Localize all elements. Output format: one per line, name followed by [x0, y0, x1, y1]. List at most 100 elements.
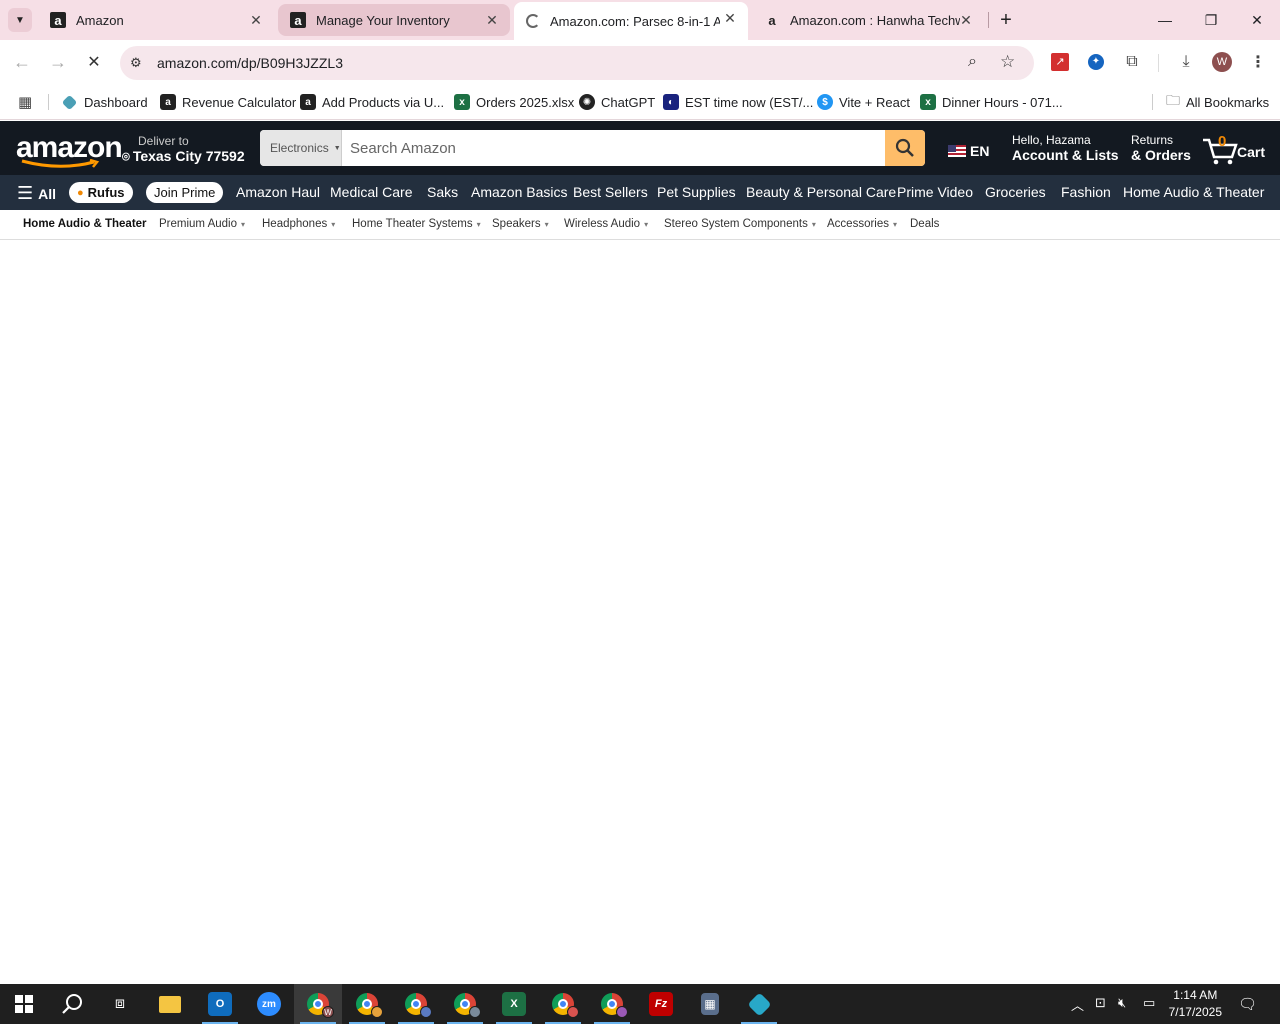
stop-loading-button[interactable]: ✕	[80, 48, 108, 76]
url-text[interactable]: amazon.com/dp/B09H3JZZL3	[157, 55, 343, 71]
account-and-lists[interactable]: Hello, Hazama Account & Lists	[1012, 133, 1119, 163]
taskbar-clock[interactable]: 1:14 AM 7/17/2025	[1169, 987, 1222, 1021]
nav-link-home-audio[interactable]: Home Audio & Theater	[1123, 184, 1264, 200]
close-tab-icon[interactable]: ✕	[958, 12, 974, 28]
volume-muted-icon[interactable]: 🔇︎	[1118, 995, 1126, 1011]
search-input[interactable]	[342, 130, 885, 166]
join-prime-button[interactable]: Join Prime	[146, 182, 224, 203]
tab-parsec-active[interactable]: Amazon.com: Parsec 8-in-1 Au ✕	[514, 2, 748, 40]
close-tab-icon[interactable]: ✕	[248, 12, 264, 28]
subnav-stereo-components[interactable]: Stereo System Components ▾	[664, 218, 816, 230]
tab-manage-inventory[interactable]: a Manage Your Inventory ✕	[278, 4, 510, 36]
cart-button[interactable]: 0 Cart	[1202, 133, 1272, 167]
download-icon[interactable]: ⤓	[1176, 52, 1196, 72]
nav-link-amazon-basics[interactable]: Amazon Basics	[471, 184, 567, 200]
deliver-to-location[interactable]: Deliver to ⌾ Texas City 77592	[122, 134, 245, 165]
nav-link-fashion[interactable]: Fashion	[1061, 184, 1111, 200]
subnav-title[interactable]: Home Audio & Theater	[23, 218, 147, 230]
profile-avatar[interactable]: W	[1212, 52, 1232, 72]
taskbar-chrome-6[interactable]	[588, 984, 636, 1024]
bookmark-orders-xlsx[interactable]: x Orders 2025.xlsx	[454, 92, 574, 112]
returns-and-orders[interactable]: Returns & Orders	[1131, 133, 1191, 163]
nav-link-pet-supplies[interactable]: Pet Supplies	[657, 184, 736, 200]
site-info-icon[interactable]: ⚙	[130, 55, 142, 71]
show-hidden-icons[interactable]: ︿	[1071, 995, 1084, 1014]
nav-link-saks[interactable]: Saks	[427, 184, 458, 200]
toolbar-divider	[1158, 54, 1159, 72]
bookmark-label: Vite + React	[839, 94, 910, 110]
bookmark-vite-react[interactable]: $ Vite + React	[817, 92, 910, 112]
taskbar-chrome-4[interactable]	[441, 984, 489, 1024]
subnav-accessories[interactable]: Accessories ▾	[827, 218, 897, 230]
language-selector[interactable]: EN	[948, 143, 989, 159]
search-category-dropdown[interactable]: Electronics ▼	[260, 130, 342, 166]
taskbar-chrome-5[interactable]	[539, 984, 587, 1024]
taskbar-filezilla[interactable]: Fz	[637, 984, 685, 1024]
tab-search-button[interactable]: ▼	[8, 8, 32, 32]
menu-kebab-icon[interactable]: ⋮	[1248, 52, 1268, 72]
network-icon[interactable]: ▭	[1143, 995, 1155, 1011]
rufus-button[interactable]: ● Rufus	[69, 182, 133, 203]
forward-button[interactable]: →	[44, 48, 72, 76]
zoom-icon[interactable]: ⌕	[968, 53, 977, 71]
extension-blue-icon[interactable]: ✦	[1086, 52, 1106, 72]
pdf-extension-icon[interactable]: ↗	[1050, 52, 1070, 72]
subnav-home-theater[interactable]: Home Theater Systems ▾	[352, 218, 481, 230]
task-view-button[interactable]: ⧈	[96, 984, 144, 1024]
taskbar-excel[interactable]: X	[490, 984, 538, 1024]
taskbar-chrome-3[interactable]	[392, 984, 440, 1024]
search-button[interactable]	[885, 130, 925, 166]
subnav-headphones[interactable]: Headphones ▾	[262, 218, 335, 230]
bookmark-est-time[interactable]: ◐ EST time now (EST/...	[663, 92, 813, 112]
clock-time: 1:14 AM	[1173, 988, 1218, 1002]
taskbar-outlook[interactable]: O	[196, 984, 244, 1024]
bookmark-revenue-calculator[interactable]: a Revenue Calculator	[160, 92, 296, 112]
taskbar-chrome-2[interactable]	[343, 984, 391, 1024]
taskbar-chrome-w[interactable]: W	[294, 984, 342, 1024]
close-tab-icon[interactable]: ✕	[484, 12, 500, 28]
taskbar-search-button[interactable]	[48, 984, 96, 1024]
address-bar[interactable]: ⚙ amazon.com/dp/B09H3JZZL3 ⌕ ☆	[120, 46, 1034, 80]
extensions-puzzle-icon[interactable]: ⧉	[1122, 52, 1142, 72]
subnav-wireless-audio[interactable]: Wireless Audio ▾	[564, 218, 648, 230]
nav-link-medical-care[interactable]: Medical Care	[330, 184, 412, 200]
new-tab-button[interactable]: +	[994, 8, 1018, 32]
nav-link-groceries[interactable]: Groceries	[985, 184, 1046, 200]
subnav-speakers[interactable]: Speakers ▾	[492, 218, 549, 230]
back-button[interactable]: ←	[8, 48, 36, 76]
bookmark-chatgpt[interactable]: ✺ ChatGPT	[579, 92, 655, 112]
subnav-deals[interactable]: Deals	[910, 218, 939, 230]
restore-button[interactable]: ❐	[1188, 0, 1234, 40]
network-alert-icon[interactable]: ⊡	[1095, 995, 1106, 1011]
tab-hanwha[interactable]: a Amazon.com : Hanwha Techwin ✕	[752, 4, 984, 36]
bookmark-add-products[interactable]: a Add Products via U...	[300, 92, 444, 112]
taskbar-app-diamond[interactable]	[735, 984, 783, 1024]
all-bookmarks-button[interactable]: 🗀 All Bookmarks	[1166, 92, 1269, 112]
nav-link-amazon-haul[interactable]: Amazon Haul	[236, 184, 320, 200]
arrow-left-icon: ←	[13, 51, 31, 72]
taskbar-calculator[interactable]: ▦	[686, 984, 734, 1024]
apps-grid-button[interactable]: ▦	[18, 92, 32, 112]
start-button[interactable]	[0, 984, 48, 1024]
nav-link-prime-video[interactable]: Prime Video	[897, 184, 973, 200]
returns-label: Returns	[1131, 133, 1174, 147]
tab-amazon[interactable]: a Amazon ✕	[38, 4, 274, 36]
all-menu-button[interactable]: ☰ All	[17, 183, 56, 204]
close-tab-icon[interactable]: ✕	[722, 10, 738, 26]
grid-icon: ▦	[18, 94, 33, 111]
notifications-icon[interactable]: 🗨︎	[1238, 995, 1257, 1013]
taskbar-file-explorer[interactable]	[146, 984, 194, 1024]
nav-link-beauty[interactable]: Beauty & Personal Care	[746, 184, 896, 200]
loading-icon	[526, 14, 540, 28]
search-icon	[895, 138, 914, 157]
close-window-button[interactable]: ✕	[1234, 0, 1280, 40]
tab-title: Amazon.com: Parsec 8-in-1 Au	[550, 13, 720, 29]
nav-link-best-sellers[interactable]: Best Sellers	[573, 184, 648, 200]
taskbar-zoom[interactable]: zm	[245, 984, 293, 1024]
minimize-button[interactable]: —	[1142, 0, 1188, 40]
bookmark-dinner-hours[interactable]: x Dinner Hours - 071...	[920, 92, 1063, 112]
subnav-premium-audio[interactable]: Premium Audio ▾	[159, 218, 245, 230]
bookmark-dashboard[interactable]: Dashboard	[61, 92, 148, 112]
excel-icon: x	[920, 94, 936, 110]
bookmark-star-icon[interactable]: ☆	[1000, 52, 1015, 72]
